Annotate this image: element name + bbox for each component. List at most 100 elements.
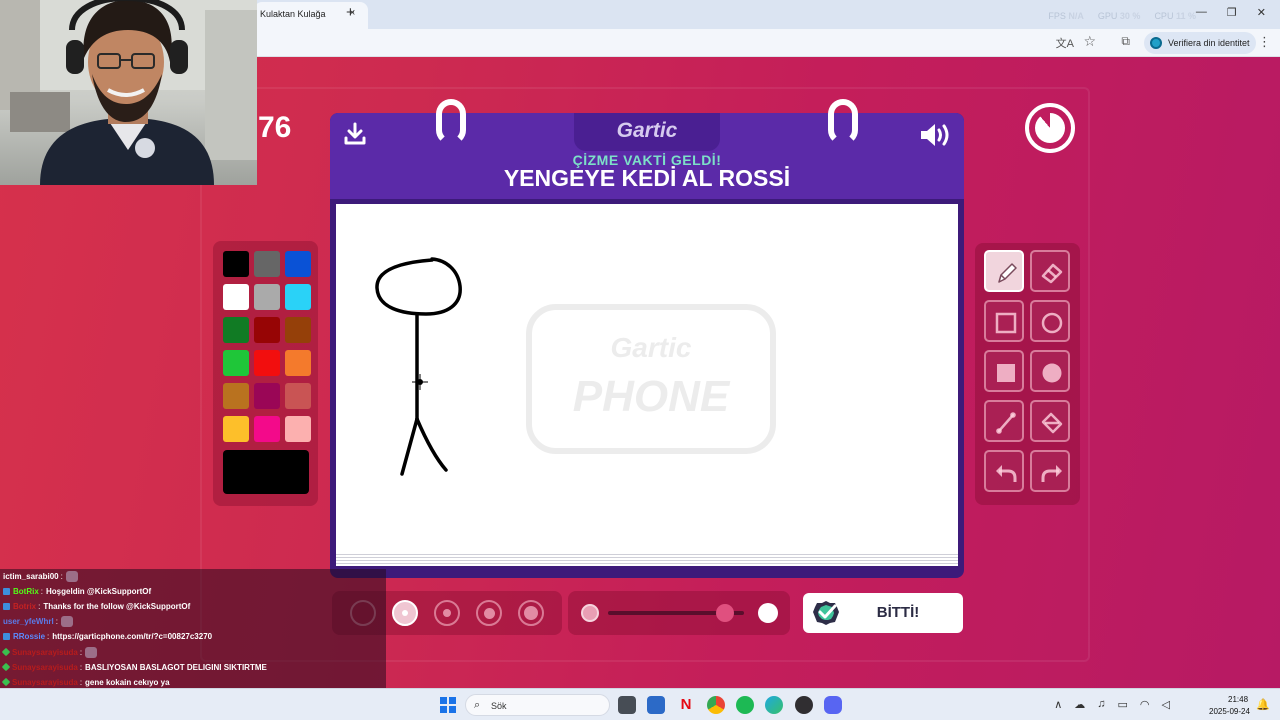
crosshair-cursor-icon [412,374,428,390]
color-swatch[interactable] [285,317,311,343]
tool-redo-button[interactable] [1030,450,1070,492]
fill-bucket-icon [1041,412,1063,434]
chat-message: ictim_sarabi00: [3,569,78,583]
line-icon [996,412,1016,434]
stick-figure-drawing [375,257,462,476]
chat-username: user_yfeWhrl [3,617,54,627]
obs-icon[interactable] [795,696,813,714]
brush-size-3-button[interactable] [434,600,460,626]
chrome-icon[interactable] [707,696,725,714]
opacity-handle[interactable] [715,604,734,622]
tool-fill-bucket-button[interactable] [1030,400,1070,442]
tool-line-button[interactable] [984,400,1024,442]
rectangle-outline-icon [995,312,1017,334]
spotify-icon[interactable] [736,696,754,714]
color-swatch[interactable] [223,317,249,343]
translate-icon[interactable]: 文A [1056,35,1074,51]
chat-badge-icon [1,647,11,657]
color-swatch[interactable] [254,383,280,409]
tray-overflow-icon[interactable]: ∧ [1054,698,1062,711]
drawing-notebook: Gartic ÇİZME VAKTİ GELDİ! YENGEYE KEDİ A… [330,99,964,578]
color-swatch[interactable] [254,416,280,442]
perf-fps: FPS N/A [1048,11,1084,21]
tool-undo-button[interactable] [984,450,1024,492]
clock-time[interactable]: 21:48 [1228,695,1248,704]
close-window-button[interactable]: ✕ [1257,6,1266,19]
sound-icon[interactable] [918,121,952,149]
chat-badge-icon [3,633,10,641]
tool-rectangle-outline-button[interactable] [984,300,1024,342]
brush-size-dot [402,610,408,616]
clock-date[interactable]: 2025-09-24 [1209,707,1250,716]
gartic-logo: Gartic [616,119,678,142]
drawing-canvas[interactable]: Gartic PHONE [336,204,958,552]
chat-emote-icon [60,616,73,628]
taskbar-search-box[interactable]: ⌕ Sök [465,694,610,716]
color-swatch[interactable] [285,383,311,409]
restore-button[interactable]: ❐ [1227,6,1237,19]
wifi-icon[interactable]: ◠ [1140,698,1150,711]
chat-badge-icon [3,587,10,595]
tool-rectangle-filled-button[interactable] [984,350,1024,392]
done-button[interactable]: BİTTİ! [803,593,963,633]
chat-separator: : [79,677,83,687]
microphone-icon[interactable]: ♫ [1097,698,1105,711]
discord-icon[interactable] [824,696,842,714]
color-swatch[interactable] [223,284,249,310]
chat-separator: : [40,586,44,596]
bookmark-star-icon[interactable]: ☆ [1083,33,1096,50]
prompt-phrase: YENGEYE KEDİ AL ROSSİ [503,165,791,191]
check-badge-icon [813,601,839,625]
ellipse-filled-icon [1042,363,1062,383]
color-swatch[interactable] [254,251,280,277]
chat-separator: : [79,647,83,657]
color-swatch[interactable] [285,284,311,310]
color-swatch[interactable] [223,383,249,409]
timer-icon [1025,103,1075,153]
opacity-min-icon [581,604,599,622]
browser-menu-icon[interactable]: ⋮ [1258,34,1271,50]
tool-eraser-button[interactable] [1030,250,1070,292]
opacity-slider[interactable] [568,591,790,635]
brush-size-2-button[interactable] [392,600,418,626]
verify-identity-button[interactable]: Verifiera din identitet [1144,32,1256,54]
perf-gpu: GPU 30 % [1097,11,1141,21]
cloud-icon[interactable]: ☁ [1074,698,1085,711]
search-icon: ⌕ [474,699,481,711]
color-swatch[interactable] [254,350,280,376]
tool-pencil-button[interactable] [984,250,1024,292]
rectangle-filled-icon [997,364,1015,382]
extensions-icon[interactable]: ⧉ [1121,34,1130,49]
netflix-icon[interactable]: N [677,696,695,714]
chat-message: Sunaysarayisuda: BASLIYOSAN BASLAGOT DELI… [1,660,267,674]
store-icon[interactable] [647,696,665,714]
chat-separator: : [79,662,83,672]
color-swatch[interactable] [254,284,280,310]
tool-ellipse-filled-button[interactable] [1030,350,1070,392]
new-tab-button[interactable]: + [346,4,355,21]
windows-start-icon[interactable] [440,697,456,713]
brush-size-dot [524,606,538,620]
color-swatch[interactable] [285,350,311,376]
brush-size-4-button[interactable] [476,600,502,626]
perf-cpu: CPU 11 % [1154,11,1196,21]
notebook-ring-right [828,99,858,145]
volume-icon[interactable]: ◁ [1162,698,1170,711]
minimize-button[interactable]: — [1196,6,1207,19]
brush-size-5-button[interactable] [518,600,544,626]
color-swatch[interactable] [223,350,249,376]
color-swatch[interactable] [285,416,311,442]
notification-bell-icon[interactable]: 🔔 [1256,698,1270,711]
tool-ellipse-outline-button[interactable] [1030,300,1070,342]
opacity-max-icon [758,603,778,623]
monitor-icon[interactable]: ▭ [1118,698,1128,711]
color-swatch[interactable] [223,251,249,277]
file-explorer-icon[interactable] [618,696,636,714]
color-swatch[interactable] [223,416,249,442]
chat-separator: : [55,617,58,627]
color-swatch[interactable] [254,317,280,343]
color-swatch[interactable] [285,251,311,277]
edge-icon[interactable] [765,696,783,714]
chat-message: BotRix: Hoşgeldin @KickSupportOf [3,584,151,598]
download-icon[interactable] [342,121,368,147]
